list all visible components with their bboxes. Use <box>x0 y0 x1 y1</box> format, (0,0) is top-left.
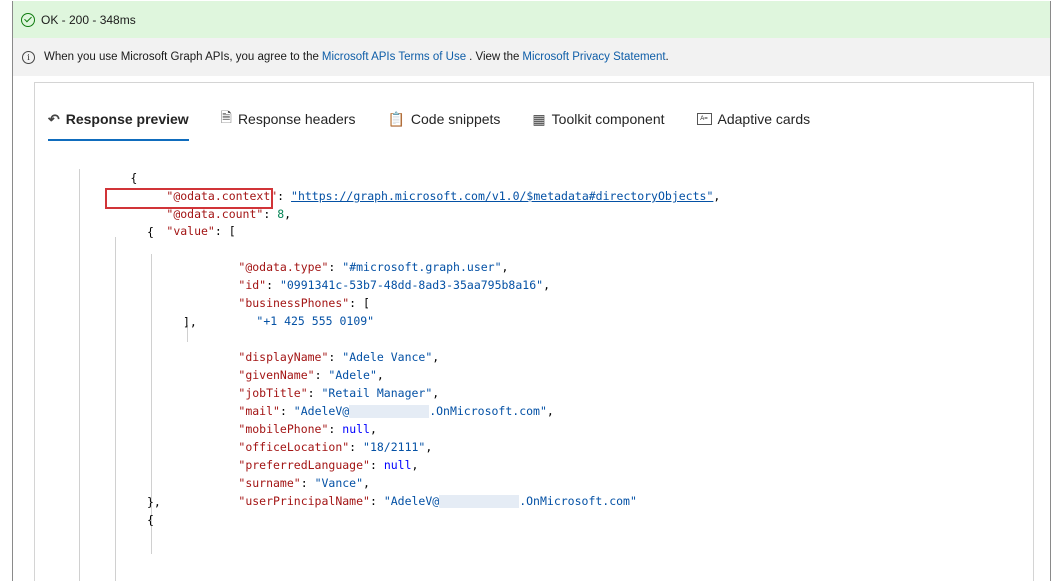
card-icon: A= <box>696 113 712 125</box>
json-line: "id": "0991341c-53b7-48dd-8ad3-35aa795b8… <box>238 278 550 292</box>
json-line: "mail": "AdeleV@ .OnMicrosoft.com", <box>238 404 554 418</box>
info-prefix: When you use Microsoft Graph APIs, you a… <box>44 51 319 63</box>
json-line: { <box>147 513 154 527</box>
json-line: { <box>147 225 154 239</box>
json-response-viewer[interactable]: { "@odata.context": "https://graph.micro… <box>35 155 1033 581</box>
grid-icon: ▦ <box>532 110 546 127</box>
json-line: "value": [ <box>166 224 236 238</box>
json-line: "preferredLanguage": null, <box>238 458 419 472</box>
json-value[interactable]: "https://graph.microsoft.com/v1.0/$metad… <box>291 189 713 203</box>
json-line: { <box>130 171 138 185</box>
undo-arrow-icon: ↶ <box>48 110 60 127</box>
tab-label: Toolkit component <box>551 111 665 127</box>
info-icon: i <box>22 50 35 64</box>
json-value: .OnMicrosoft.com" <box>519 494 637 508</box>
json-line: "givenName": "Adele", <box>238 368 384 382</box>
json-line: }, <box>147 495 161 509</box>
json-value: "+1 425 555 0109" <box>256 314 375 328</box>
json-line: "jobTitle": "Retail Manager", <box>238 386 440 400</box>
json-line: "businessPhones": [ <box>238 296 370 310</box>
tab-label: Code snippets <box>410 111 501 127</box>
json-line: "userPrincipalName": "AdeleV@ .OnMicrosof… <box>238 494 637 508</box>
json-value: .OnMicrosoft.com" <box>429 404 547 418</box>
indent-guide <box>115 237 116 581</box>
terms-link[interactable]: Microsoft APIs Terms of Use <box>322 51 466 63</box>
info-mid: . View the <box>469 51 520 63</box>
json-key: "value" <box>166 224 215 238</box>
status-text: OK - 200 - 348ms <box>41 12 136 27</box>
json-value: null <box>383 458 412 472</box>
tab-response-preview[interactable]: ↶ Response preview <box>48 105 189 141</box>
tab-code-snippets[interactable]: 📋 Code snippets <box>387 105 500 133</box>
tab-label: Response preview <box>65 111 189 127</box>
json-key: "userPrincipalName" <box>238 494 370 508</box>
tab-response-headers[interactable]: 🗎 Response headers <box>221 105 356 133</box>
info-bar: i When you use Microsoft Graph APIs, you… <box>13 38 1050 76</box>
tab-toolkit-component[interactable]: ▦ Toolkit component <box>532 105 664 133</box>
tab-label: Adaptive cards <box>717 111 811 127</box>
json-line: "officeLocation": "18/2111", <box>238 440 433 454</box>
checkmark-circle-icon <box>21 12 35 27</box>
clipboard-code-icon: 📋 <box>387 110 405 127</box>
document-gear-icon: 🗎 <box>220 109 232 125</box>
indent-guide <box>79 169 80 581</box>
response-tabs: ↶ Response preview 🗎 Response headers 📋 … <box>48 105 842 141</box>
json-line: "+1 425 555 0109" <box>201 296 374 328</box>
json-value: "AdeleV@ <box>383 494 440 508</box>
json-line: "mobilePhone": null, <box>238 422 377 436</box>
graph-explorer-response: OK - 200 - 348ms i When you use Microsof… <box>12 1 1051 581</box>
json-line: "@odata.type": "#microsoft.graph.user", <box>238 260 509 274</box>
redacted-block <box>439 495 520 508</box>
info-suffix: . <box>665 51 669 63</box>
json-line: ], <box>183 315 197 329</box>
tab-adaptive-cards[interactable]: A= Adaptive cards <box>696 105 811 133</box>
response-panel: ↶ Response preview 🗎 Response headers 📋 … <box>34 82 1034 581</box>
tab-label: Response headers <box>237 111 356 127</box>
json-line: "@odata.context": "https://graph.microso… <box>166 189 721 203</box>
json-line: "surname": "Vance", <box>238 476 370 490</box>
json-line: "displayName": "Adele Vance", <box>238 350 440 364</box>
privacy-link[interactable]: Microsoft Privacy Statement <box>522 51 665 63</box>
status-bar: OK - 200 - 348ms <box>13 1 1050 38</box>
